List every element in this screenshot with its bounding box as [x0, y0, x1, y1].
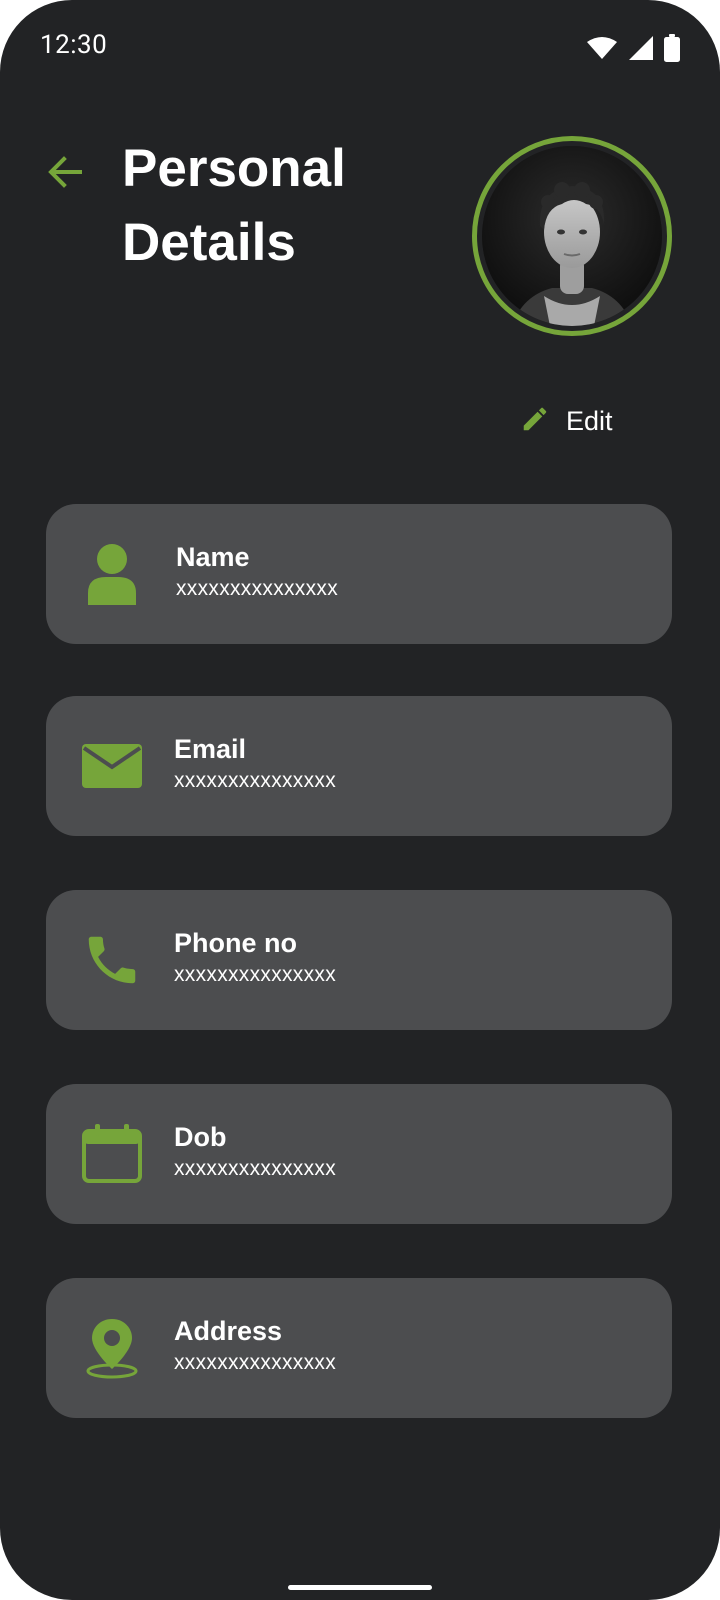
email-icon: [80, 734, 144, 798]
email-text: Email xxxxxxxxxxxxxxx: [174, 732, 336, 796]
phone-text: Phone no xxxxxxxxxxxxxxx: [174, 926, 336, 990]
phone-label: Phone no: [174, 928, 297, 958]
profile-photo: [482, 146, 662, 326]
email-value: xxxxxxxxxxxxxxx: [174, 769, 336, 792]
dob-card[interactable]: Dob xxxxxxxxxxxxxxx: [46, 1084, 672, 1224]
pencil-icon: [520, 404, 550, 438]
arrow-left-icon: [44, 152, 84, 196]
address-label: Address: [174, 1316, 283, 1346]
name-label: Name: [176, 542, 250, 572]
wifi-icon: [586, 36, 618, 60]
battery-icon: [664, 34, 680, 62]
person-icon: [80, 542, 144, 606]
address-value: xxxxxxxxxxxxxxx: [174, 1351, 336, 1374]
page-title: Personal Details: [122, 132, 442, 280]
avatar[interactable]: [472, 136, 672, 336]
home-indicator[interactable]: [288, 1585, 432, 1590]
status-icons: [586, 34, 680, 62]
cell-signal-icon: [628, 35, 654, 61]
address-card[interactable]: Address xxxxxxxxxxxxxxx: [46, 1278, 672, 1418]
name-value: xxxxxxxxxxxxxxx: [176, 577, 338, 600]
phone-card[interactable]: Phone no xxxxxxxxxxxxxxx: [46, 890, 672, 1030]
dob-value: xxxxxxxxxxxxxxx: [174, 1157, 336, 1180]
edit-button[interactable]: Edit: [520, 404, 613, 438]
page-title-line-1: Personal: [122, 139, 346, 198]
phone-screen: 12:30 Personal Details Edit Name xxxxxxx…: [0, 0, 720, 1600]
email-card[interactable]: Email xxxxxxxxxxxxxxx: [46, 696, 672, 836]
phone-value: xxxxxxxxxxxxxxx: [174, 963, 336, 986]
edit-label: Edit: [566, 405, 613, 436]
name-card[interactable]: Name xxxxxxxxxxxxxxx: [46, 504, 672, 644]
page-title-line-2: Details: [122, 213, 296, 272]
status-time: 12:30: [40, 30, 108, 60]
email-label: Email: [174, 734, 247, 764]
location-pin-icon: [80, 1316, 144, 1380]
dob-text: Dob xxxxxxxxxxxxxxx: [174, 1120, 336, 1184]
name-text: Name xxxxxxxxxxxxxxx: [176, 540, 338, 604]
back-button[interactable]: [40, 150, 88, 198]
dob-label: Dob: [174, 1122, 227, 1152]
calendar-icon: [80, 1122, 144, 1186]
address-text: Address xxxxxxxxxxxxxxx: [174, 1314, 336, 1378]
status-bar: 12:30: [0, 0, 720, 96]
phone-icon: [80, 928, 144, 992]
